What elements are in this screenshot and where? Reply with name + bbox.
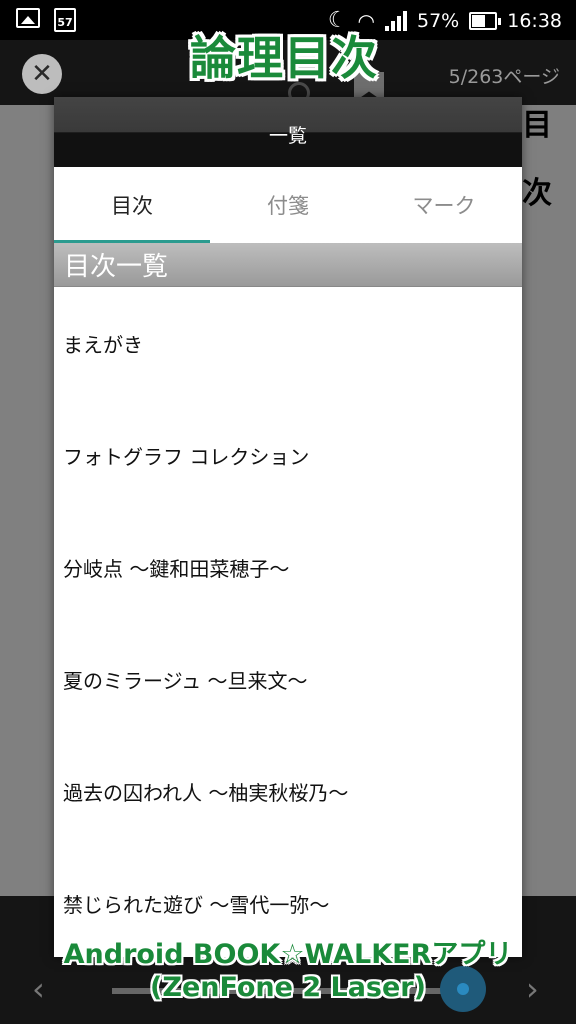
status-left-icons: 57 <box>16 8 76 32</box>
page-indicator: 5/263ページ <box>448 66 560 88</box>
toc-section-header: 目次一覧 <box>54 243 522 287</box>
overlay-title: 論理目次 <box>190 31 378 85</box>
toc-item[interactable]: 分岐点 〜鍵和田菜穂子〜 <box>54 511 522 623</box>
book-page-edge <box>522 105 576 896</box>
battery-icon <box>469 11 502 30</box>
battery-percent: 57% <box>417 9 460 32</box>
toc-item[interactable]: 過去の囚われ人 〜柚実秋桜乃〜 <box>54 735 522 847</box>
toc-item[interactable]: フォトグラフ コレクション <box>54 399 522 511</box>
caption-line-2: (ZenFone 2 Laser) <box>150 972 426 1003</box>
list-dialog: 一覧 目次 付箋 マーク 目次一覧 まえがき フォトグラフ コレクション 分岐点… <box>54 97 522 957</box>
toc-item[interactable]: まえがき <box>54 287 522 399</box>
dialog-title: 一覧 <box>54 97 522 167</box>
dialog-tabs: 目次 付箋 マーク <box>54 167 522 243</box>
tab-sticky-notes[interactable]: 付箋 <box>210 167 366 243</box>
signal-icon <box>385 10 407 31</box>
book-page-char: 目 <box>522 108 552 143</box>
toc-list: まえがき フォトグラフ コレクション 分岐点 〜鍵和田菜穂子〜 夏のミラージュ … <box>54 287 522 959</box>
tab-marks[interactable]: マーク <box>366 167 522 243</box>
calendar-day: 57 <box>57 16 73 29</box>
tab-toc[interactable]: 目次 <box>54 167 210 243</box>
book-page-char: 次 <box>522 176 552 211</box>
close-icon: ✕ <box>31 59 53 89</box>
image-notification-icon <box>16 8 40 28</box>
clock: 16:38 <box>507 9 562 32</box>
caption-line-1: Android BOOK☆WALKERアプリ <box>63 939 513 970</box>
calendar-notification-icon: 57 <box>54 8 76 32</box>
close-button[interactable]: ✕ <box>22 54 62 94</box>
toc-item[interactable]: 夏のミラージュ 〜旦来文〜 <box>54 623 522 735</box>
